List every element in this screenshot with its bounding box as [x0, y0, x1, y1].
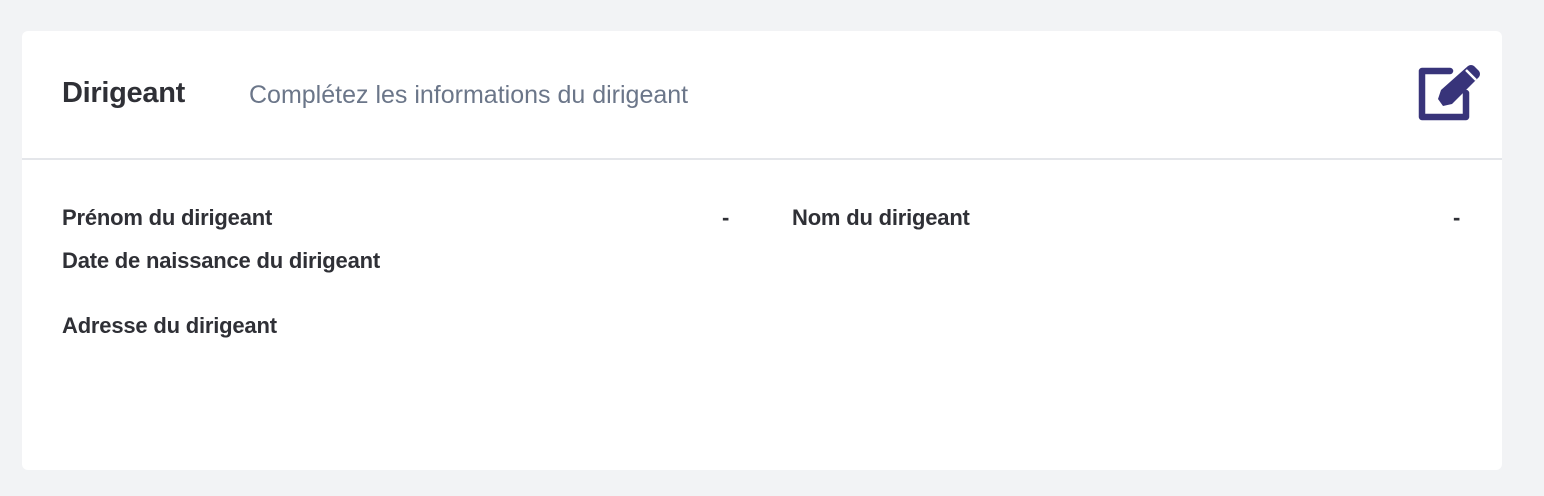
card-header: Dirigeant Complétez les informations du … — [22, 31, 1502, 160]
last-name-label: Nom du dirigeant — [792, 205, 970, 230]
address-label: Adresse du dirigeant — [62, 313, 277, 338]
first-name-value: - — [722, 205, 730, 230]
last-name-value: - — [1453, 205, 1461, 230]
card-title: Dirigeant — [62, 77, 185, 109]
birth-date-label: Date de naissance du dirigeant — [62, 248, 380, 273]
edit-icon — [1418, 65, 1480, 121]
card-subtitle: Complétez les informations du dirigeant — [249, 81, 689, 109]
leader-card: Dirigeant Complétez les informations du … — [22, 31, 1502, 470]
first-name-label: Prénom du dirigeant — [62, 205, 273, 230]
edit-button[interactable] — [1414, 63, 1484, 123]
